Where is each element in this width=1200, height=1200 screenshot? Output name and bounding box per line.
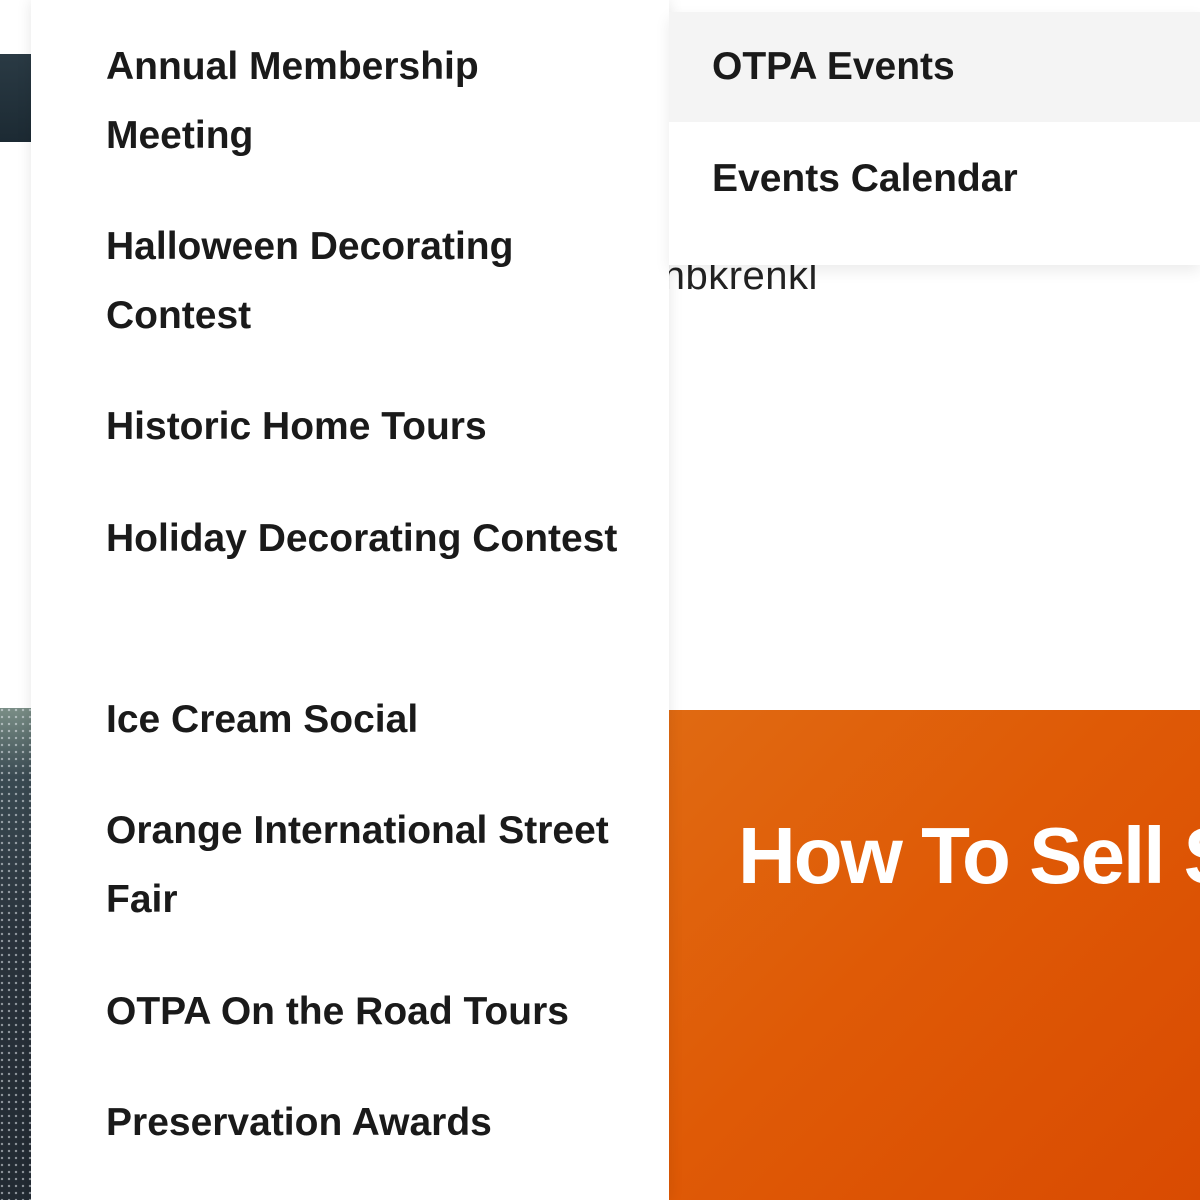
menu-item-otpa-events[interactable]: OTPA Events (669, 12, 1200, 122)
submenu-item-halloween-decorating-contest[interactable]: Halloween Decorating Contest (106, 212, 626, 350)
menu-item-events-calendar[interactable]: Events Calendar (669, 124, 1200, 234)
submenu-item-annual-membership-meeting[interactable]: Annual Membership Meeting (106, 32, 626, 170)
submenu-item-otpa-on-the-road-tours[interactable]: OTPA On the Road Tours (106, 977, 626, 1046)
hero-title: How To Sell S (738, 811, 1200, 900)
page: ghbkrenkl How To Sell S Annual Membershi… (0, 0, 1200, 1200)
submenu-item-orange-international-street-fair[interactable]: Orange International Street Fair (106, 796, 626, 934)
events-menu: OTPA Events Events Calendar (669, 12, 1200, 265)
submenu-item-preservation-awards[interactable]: Preservation Awards (106, 1088, 626, 1157)
submenu-item-historic-home-tours[interactable]: Historic Home Tours (106, 392, 626, 461)
submenu-item-ice-cream-social[interactable]: Ice Cream Social (106, 685, 626, 754)
events-submenu: Annual Membership Meeting Halloween Deco… (31, 0, 669, 1200)
submenu-item-holiday-decorating-contest[interactable]: Holiday Decorating Contest (106, 504, 626, 573)
hero-banner[interactable]: How To Sell S (668, 710, 1200, 1200)
